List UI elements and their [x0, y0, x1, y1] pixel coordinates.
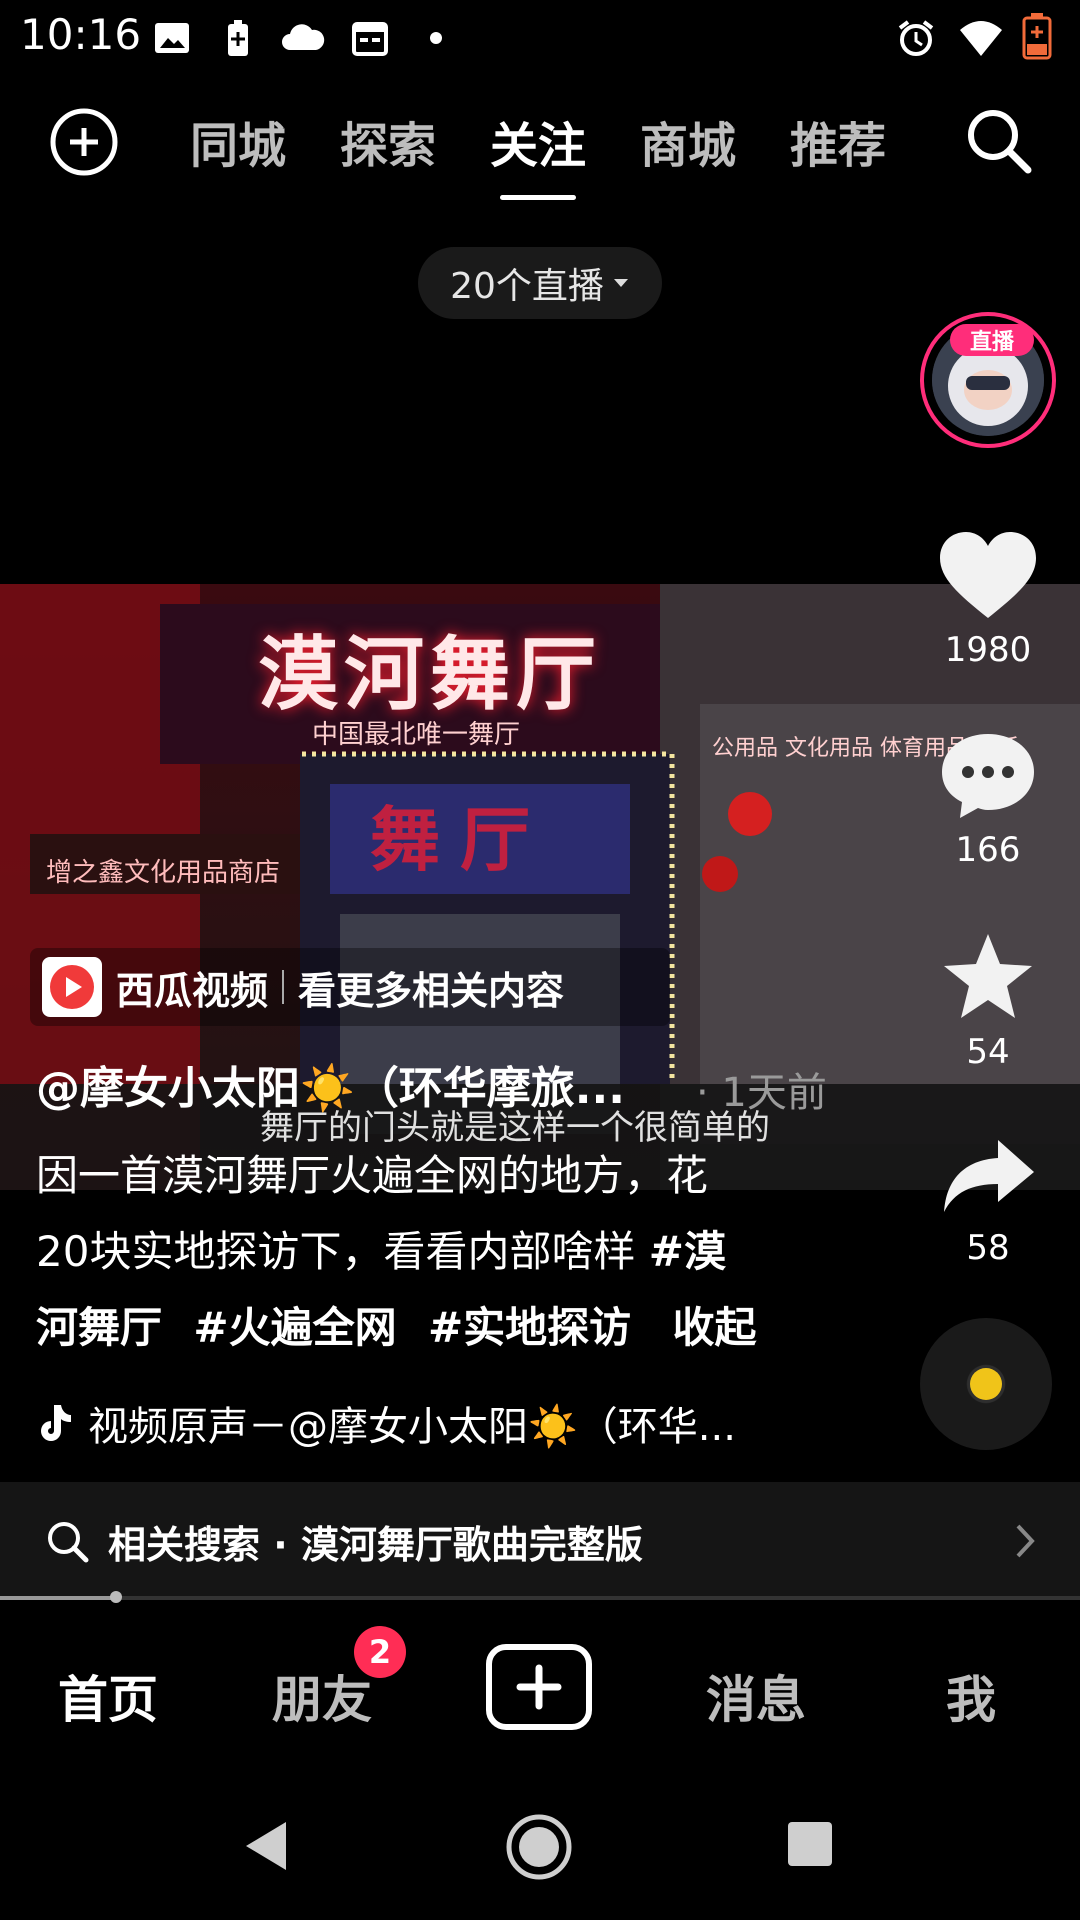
author-avatar[interactable]: 直播 [920, 312, 1056, 448]
collapse-button[interactable]: 收起 [673, 1303, 757, 1352]
live-badge: 直播 [950, 324, 1034, 356]
tab-friends[interactable]: 朋友 2 [272, 1626, 406, 1732]
cloud-icon [282, 24, 325, 50]
bottom-tabbar: 首页 朋友 2 消息 我 [0, 1604, 1080, 1774]
music-text: 视频原声－@摩女小太阳☀️（环华... [88, 1404, 736, 1450]
live-count-pill[interactable]: 20个直播 [418, 247, 662, 319]
video-progress[interactable] [0, 1591, 1080, 1603]
comment-count: 166 [955, 830, 1021, 870]
status-bar: 10:16 [0, 0, 1080, 72]
favorite-count: 54 [966, 1032, 1010, 1072]
related-search-text: 相关搜索 · 漠河舞厅歌曲完整版 [108, 1522, 643, 1567]
home-icon[interactable] [506, 1814, 572, 1880]
music-disc[interactable] [920, 1318, 1052, 1450]
tab-underline [500, 195, 577, 200]
back-icon[interactable] [242, 1820, 290, 1872]
caret-down-icon [613, 279, 628, 287]
comment-icon[interactable] [938, 730, 1038, 822]
image-icon [155, 23, 189, 53]
tiktok-note-icon [41, 1405, 71, 1441]
chevron-right-icon [1016, 1524, 1035, 1558]
disc-center [970, 1368, 1002, 1400]
desc-line: 因一首漠河舞厅火遍全网的地方，花 [36, 1151, 709, 1200]
alarm-icon [898, 20, 934, 56]
hashtag[interactable]: #漠 [649, 1227, 726, 1276]
share-icon[interactable] [940, 1136, 1036, 1216]
status-time: 10:16 [20, 10, 142, 59]
wifi-icon [960, 21, 1002, 56]
tab-following[interactable]: 关注 [490, 106, 586, 200]
battery-icon [1022, 13, 1052, 60]
tab-home[interactable]: 首页 [58, 1660, 158, 1732]
tab-mall[interactable]: 商城 [640, 106, 736, 176]
hashtag[interactable]: #实地探访 [428, 1303, 631, 1352]
door-sign: 舞厅 [370, 799, 550, 881]
system-nav-bar [0, 1774, 1080, 1920]
sign-sub: 中国最北唯一舞厅 [312, 720, 521, 750]
tab-me[interactable]: 我 [946, 1660, 996, 1732]
live-count-label: 20个直播 [450, 266, 604, 307]
tab-messages[interactable]: 消息 [706, 1660, 806, 1732]
dot-icon [430, 32, 442, 44]
post-description: 因一首漠河舞厅火遍全网的地方，花 20块实地探访下，看看内部啥样 #漠 河舞厅 … [36, 1138, 776, 1366]
search-icon [48, 1522, 89, 1563]
source-chip[interactable]: 西瓜视频 看更多相关内容 [30, 948, 670, 1026]
calendar-icon [352, 22, 388, 56]
hashtag[interactable]: #火遍全网 [193, 1303, 396, 1352]
shop-sign-left: 增之鑫文化用品商店 [46, 858, 281, 888]
heart-icon[interactable] [938, 530, 1038, 622]
share-count: 58 [966, 1228, 1010, 1268]
related-search-bar[interactable]: 相关搜索 · 漠河舞厅歌曲完整版 [0, 1482, 1080, 1600]
source-action: 看更多相关内容 [298, 968, 565, 1013]
desc-line: 20块实地探访下，看看内部啥样 [36, 1227, 649, 1276]
progress-handle[interactable] [109, 1591, 122, 1603]
tab-explore[interactable]: 探索 [340, 106, 436, 176]
source-app-name: 西瓜视频 [116, 968, 269, 1013]
search-icon[interactable] [962, 104, 1036, 178]
tab-recommend[interactable]: 推荐 [790, 106, 886, 176]
top-nav: 同城 探索 关注 商城 推荐 [0, 80, 1080, 200]
notification-badge: 2 [354, 1626, 406, 1678]
divider [282, 970, 285, 1004]
add-icon[interactable] [48, 106, 120, 178]
xigua-logo-icon [42, 957, 102, 1017]
hashtag[interactable]: 河舞厅 [36, 1303, 162, 1352]
progress-fill [0, 1596, 116, 1600]
star-icon[interactable] [940, 930, 1036, 1022]
sign-main: 漠河舞厅 [258, 628, 602, 721]
plus-icon [516, 1664, 562, 1710]
create-button[interactable] [486, 1644, 592, 1730]
battery-saver-icon [228, 20, 248, 56]
recents-icon[interactable] [786, 1820, 834, 1868]
music-row[interactable]: 视频原声－@摩女小太阳☀️（环华... [36, 1394, 736, 1452]
like-count: 1980 [944, 630, 1032, 670]
tab-tongcheng[interactable]: 同城 [190, 106, 286, 176]
